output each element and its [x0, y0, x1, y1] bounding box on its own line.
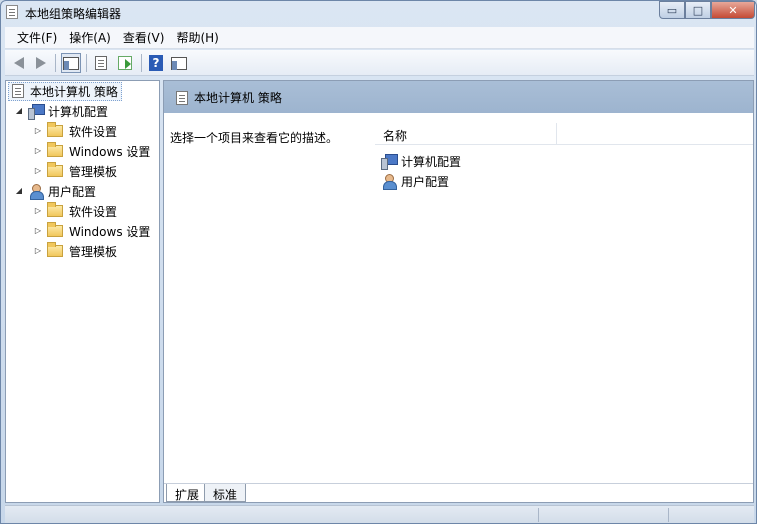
- tree-root[interactable]: 本地计算机 策略: [8, 81, 122, 101]
- description-panel: 选择一个项目来查看它的描述。: [164, 113, 379, 483]
- list-item-name: 用户配置: [401, 174, 450, 189]
- expand-admin-templates[interactable]: ▷: [33, 246, 43, 255]
- details-title: 本地计算机 策略: [176, 89, 282, 106]
- tree-item-label: 软件设置: [69, 124, 118, 139]
- details-title-text: 本地计算机 策略: [194, 91, 282, 105]
- tree-item-label: 软件设置: [69, 204, 118, 219]
- tree-root-label: 本地计算机 策略: [30, 84, 118, 99]
- status-divider: [668, 508, 669, 522]
- expand-admin-templates[interactable]: ▷: [33, 166, 43, 175]
- tree-item-user-config[interactable]: 用户配置: [28, 182, 96, 200]
- menu-bar: 文件(F) 操作(A) 查看(V) 帮助(H): [5, 27, 754, 49]
- menu-view[interactable]: 查看(V): [117, 29, 171, 46]
- back-icon: [14, 57, 24, 69]
- status-divider: [538, 508, 539, 522]
- filter-icon: [171, 56, 187, 70]
- tree-item-label: 管理模板: [69, 164, 118, 179]
- toolbar-separator: [86, 54, 87, 72]
- properties-button[interactable]: [91, 53, 111, 73]
- view-tabs: 扩展 标准: [164, 483, 753, 502]
- tree-item-software-settings[interactable]: 软件设置: [47, 202, 117, 220]
- expand-software-settings[interactable]: ▷: [33, 126, 43, 135]
- column-header-name[interactable]: 名称: [383, 127, 407, 144]
- forward-button[interactable]: [31, 53, 51, 73]
- tree-item-label: 管理模板: [69, 244, 118, 259]
- expand-user-config[interactable]: ◢: [14, 186, 24, 195]
- expand-windows-settings[interactable]: ▷: [33, 146, 43, 155]
- details-header: 本地计算机 策略: [164, 81, 753, 113]
- title-bar[interactable]: 本地组策略编辑器 ▭ □ ✕: [1, 1, 757, 25]
- list-item-name: 计算机配置: [401, 154, 462, 169]
- show-hide-tree-button[interactable]: [61, 53, 81, 73]
- tree-item-admin-templates[interactable]: 管理模板: [47, 242, 117, 260]
- folder-icon: [47, 242, 63, 257]
- help-icon: ?: [149, 55, 163, 71]
- details-list[interactable]: 名称 计算机配置 用户配置: [375, 113, 753, 483]
- column-divider[interactable]: [556, 123, 557, 145]
- expand-computer-config[interactable]: ◢: [14, 106, 24, 115]
- close-button[interactable]: ✕: [711, 1, 755, 19]
- column-header-row: 名称: [375, 123, 753, 145]
- status-bar: [5, 505, 754, 523]
- tree-item-label: Windows 设置: [69, 144, 151, 159]
- tree-item-software-settings[interactable]: 软件设置: [47, 122, 117, 140]
- forward-icon: [36, 57, 46, 69]
- tree-item-windows-settings[interactable]: Windows 设置: [47, 142, 150, 160]
- export-list-icon: [118, 56, 132, 70]
- folder-icon: [47, 122, 63, 137]
- expand-windows-settings[interactable]: ▷: [33, 226, 43, 235]
- policy-icon: [12, 84, 24, 98]
- properties-icon: [95, 56, 107, 70]
- caption-buttons: ▭ □ ✕: [659, 1, 755, 19]
- menu-help[interactable]: 帮助(H): [170, 29, 224, 46]
- user-icon: [381, 174, 397, 190]
- main-window: 本地组策略编辑器 ▭ □ ✕ 文件(F) 操作(A) 查看(V) 帮助(H) ?…: [0, 0, 757, 524]
- toolbar-separator: [141, 54, 142, 72]
- menu-action[interactable]: 操作(A): [63, 29, 117, 46]
- tab-standard[interactable]: 标准: [204, 484, 247, 502]
- export-list-button[interactable]: [115, 53, 135, 73]
- folder-icon: [47, 162, 63, 177]
- folder-icon: [47, 202, 63, 217]
- minimize-button[interactable]: ▭: [659, 1, 685, 19]
- list-item[interactable]: 用户配置: [381, 172, 449, 190]
- menu-file[interactable]: 文件(F): [11, 29, 63, 46]
- tree-item-computer-config[interactable]: 计算机配置: [28, 102, 108, 120]
- computer-icon: [381, 154, 398, 170]
- policy-editor-icon: [6, 5, 18, 19]
- help-button[interactable]: ?: [146, 53, 166, 73]
- details-pane: 本地计算机 策略 选择一个项目来查看它的描述。 名称 计算机配置 用户配置 扩展…: [163, 80, 754, 503]
- policy-icon: [176, 90, 188, 105]
- back-button[interactable]: [9, 53, 29, 73]
- tree-item-label: 用户配置: [48, 184, 97, 199]
- filter-button[interactable]: [169, 53, 189, 73]
- user-icon: [28, 184, 44, 200]
- computer-icon: [28, 104, 45, 120]
- tab-extended[interactable]: 扩展: [166, 484, 209, 502]
- folder-icon: [47, 142, 63, 157]
- tree-item-label: 计算机配置: [48, 104, 109, 119]
- maximize-button[interactable]: □: [685, 1, 711, 19]
- list-item[interactable]: 计算机配置: [381, 152, 461, 170]
- tree-item-admin-templates[interactable]: 管理模板: [47, 162, 117, 180]
- tree-root-selected[interactable]: 本地计算机 策略: [8, 81, 122, 101]
- tree-item-label: Windows 设置: [69, 224, 151, 239]
- tree-item-windows-settings[interactable]: Windows 设置: [47, 222, 150, 240]
- description-text: 选择一个项目来查看它的描述。: [170, 131, 339, 145]
- navigation-tree[interactable]: 本地计算机 策略 ◢ 计算机配置 ▷ 软件设置 ▷ Windows 设置 ▷ 管…: [5, 80, 160, 503]
- expand-software-settings[interactable]: ▷: [33, 206, 43, 215]
- toolbar: ?: [5, 50, 754, 76]
- folder-icon: [47, 222, 63, 237]
- window-title: 本地组策略编辑器: [25, 7, 122, 21]
- toolbar-separator: [55, 54, 56, 72]
- show-hide-tree-icon: [63, 56, 79, 70]
